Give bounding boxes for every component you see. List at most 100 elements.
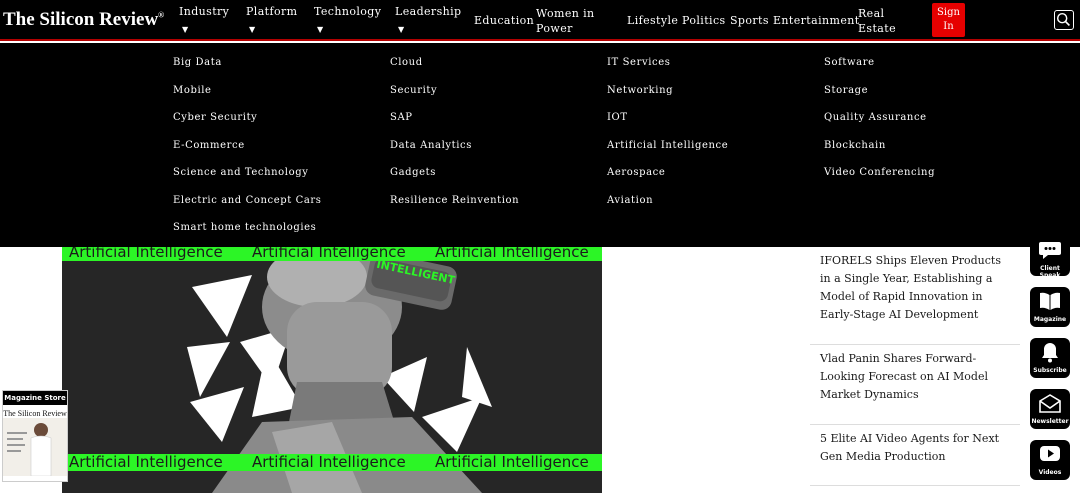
- hero-article-image[interactable]: INTELLIGENT Artificial Intelligence Artif…: [62, 247, 602, 493]
- magazine-button[interactable]: Magazine: [1030, 287, 1070, 327]
- nav-realestate-label-line2: Estate: [858, 22, 896, 35]
- menu-column-1: Big Data Mobile Cyber Security E-Commerc…: [173, 57, 322, 250]
- ai-band-text: Artificial Intelligence: [69, 247, 223, 261]
- logo-registered-mark: ®: [158, 10, 165, 20]
- menu-column-3: IT Services Networking IOT Artificial In…: [607, 57, 728, 222]
- news-item-vlad-panin[interactable]: Vlad Panin Shares Forward-Looking Foreca…: [820, 350, 1010, 404]
- nav-industry-label: Industry: [179, 5, 230, 18]
- news-divider: [810, 485, 1020, 486]
- menu-item-blockchain[interactable]: Blockchain: [824, 140, 935, 168]
- menu-item-artificial-intelligence[interactable]: Artificial Intelligence: [607, 140, 728, 168]
- nav-entertainment[interactable]: Entertainment: [773, 13, 860, 28]
- menu-item-electric-concept-cars[interactable]: Electric and Concept Cars: [173, 195, 322, 223]
- nav-lifestyle-label: Lifestyle: [627, 14, 679, 27]
- ai-band-top: Artificial Intelligence Artificial Intell…: [62, 247, 602, 261]
- news-divider: [810, 424, 1020, 425]
- nav-sports-label: Sports: [730, 14, 769, 27]
- subscribe-button[interactable]: Subscribe: [1030, 338, 1070, 378]
- menu-item-mobile[interactable]: Mobile: [173, 85, 322, 113]
- sign-in-button[interactable]: Sign In: [932, 3, 965, 37]
- ai-band-text: Artificial Intelligence: [435, 454, 589, 471]
- magazine-cover-image: [3, 418, 67, 477]
- menu-item-e-commerce[interactable]: E-Commerce: [173, 140, 322, 168]
- nav-women-in-power[interactable]: Women in Power: [536, 6, 595, 36]
- magazine-label: Magazine: [1033, 316, 1067, 323]
- open-book-icon: [1040, 292, 1060, 310]
- nav-platform-label: Platform: [246, 5, 298, 18]
- nav-education-label: Education: [474, 14, 535, 27]
- news-item-iforels[interactable]: IFORELS Ships Eleven Products in a Singl…: [820, 252, 1010, 324]
- videos-label: Videos: [1038, 469, 1062, 476]
- ai-band-bottom: Artificial Intelligence Artificial Intell…: [62, 454, 602, 471]
- chat-bubble-icon: [1039, 242, 1061, 259]
- menu-item-it-services[interactable]: IT Services: [607, 57, 728, 85]
- menu-item-iot[interactable]: IOT: [607, 112, 728, 140]
- bell-icon: [1042, 343, 1058, 363]
- nav-real-estate[interactable]: Real Estate: [858, 6, 896, 36]
- menu-item-software[interactable]: Software: [824, 57, 935, 85]
- news-item-ai-video-agents[interactable]: 5 Elite AI Video Agents for Next Gen Med…: [820, 430, 1010, 466]
- client-speak-label: Client Speak: [1039, 265, 1061, 279]
- nav-platform[interactable]: Platform ▼: [246, 4, 297, 37]
- technology-dropdown-menu: Big Data Mobile Cyber Security E-Commerc…: [0, 43, 1080, 247]
- sign-in-label-line1: Sign: [937, 7, 960, 18]
- search-icon: [1056, 12, 1070, 26]
- play-icon: [1040, 446, 1060, 461]
- nav-entertainment-label: Entertainment: [773, 14, 860, 27]
- newsletter-label: Newsletter: [1031, 418, 1069, 425]
- menu-item-resilience-reinvention[interactable]: Resilience Reinvention: [390, 195, 519, 223]
- magazine-cover-title: The Silicon Review: [3, 409, 67, 418]
- nav-women-label-line1: Women in: [536, 7, 595, 20]
- menu-item-aviation[interactable]: Aviation: [607, 195, 728, 223]
- nav-sports[interactable]: Sports: [730, 13, 769, 28]
- client-speak-button[interactable]: Client Speak: [1030, 236, 1070, 279]
- menu-item-aerospace[interactable]: Aerospace: [607, 167, 728, 195]
- menu-item-sap[interactable]: SAP: [390, 112, 519, 140]
- menu-item-video-conferencing[interactable]: Video Conferencing: [824, 167, 935, 195]
- nav-politics-label: Politics: [682, 14, 726, 27]
- menu-item-smart-home[interactable]: Smart home technologies: [173, 222, 322, 250]
- logo-text: The Silicon Review: [3, 9, 159, 30]
- chevron-down-icon: ▼: [182, 25, 189, 34]
- chevron-down-icon: ▼: [317, 25, 324, 34]
- nav-leadership-label: Leadership: [395, 5, 462, 18]
- menu-item-gadgets[interactable]: Gadgets: [390, 167, 519, 195]
- nav-technology[interactable]: Technology ▼: [314, 4, 381, 37]
- menu-column-2: Cloud Security SAP Data Analytics Gadget…: [390, 57, 519, 222]
- search-button[interactable]: [1054, 10, 1074, 30]
- subscribe-label: Subscribe: [1033, 367, 1067, 374]
- nav-education[interactable]: Education: [474, 13, 534, 28]
- newsletter-button[interactable]: Newsletter: [1030, 389, 1070, 429]
- ai-band-text: Artificial Intelligence: [69, 454, 223, 471]
- magazine-store-widget[interactable]: Magazine Store The Silicon Review: [2, 390, 68, 482]
- nav-politics[interactable]: Politics: [682, 13, 726, 28]
- nav-technology-label: Technology: [314, 5, 382, 18]
- chevron-down-icon: ▼: [398, 25, 405, 34]
- menu-item-cloud[interactable]: Cloud: [390, 57, 519, 85]
- envelope-icon: [1039, 394, 1061, 413]
- menu-item-big-data[interactable]: Big Data: [173, 57, 322, 85]
- nav-industry[interactable]: Industry ▼: [179, 4, 229, 37]
- nav-women-label-line2: Power: [536, 22, 573, 35]
- menu-item-science-technology[interactable]: Science and Technology: [173, 167, 322, 195]
- ai-band-text: Artificial Intelligence: [252, 247, 406, 261]
- menu-item-networking[interactable]: Networking: [607, 85, 728, 113]
- menu-item-quality-assurance[interactable]: Quality Assurance: [824, 112, 935, 140]
- site-logo[interactable]: The Silicon Review®: [3, 9, 164, 31]
- chevron-down-icon: ▼: [249, 25, 256, 34]
- ai-band-text: Artificial Intelligence: [435, 247, 589, 261]
- videos-button[interactable]: Videos: [1030, 440, 1070, 480]
- menu-column-4: Software Storage Quality Assurance Block…: [824, 57, 935, 195]
- news-divider: [810, 344, 1020, 345]
- nav-realestate-label-line1: Real: [858, 7, 885, 20]
- nav-lifestyle[interactable]: Lifestyle: [627, 13, 678, 28]
- nav-leadership[interactable]: Leadership ▼: [395, 4, 461, 37]
- magazine-store-label: Magazine Store: [3, 391, 67, 405]
- menu-item-security[interactable]: Security: [390, 85, 519, 113]
- menu-item-storage[interactable]: Storage: [824, 85, 935, 113]
- sign-in-label-line2: In: [943, 21, 954, 32]
- ai-band-text: Artificial Intelligence: [252, 454, 406, 471]
- menu-item-data-analytics[interactable]: Data Analytics: [390, 140, 519, 168]
- top-navigation-bar: The Silicon Review® Industry ▼ Platform …: [0, 0, 1080, 41]
- menu-item-cyber-security[interactable]: Cyber Security: [173, 112, 322, 140]
